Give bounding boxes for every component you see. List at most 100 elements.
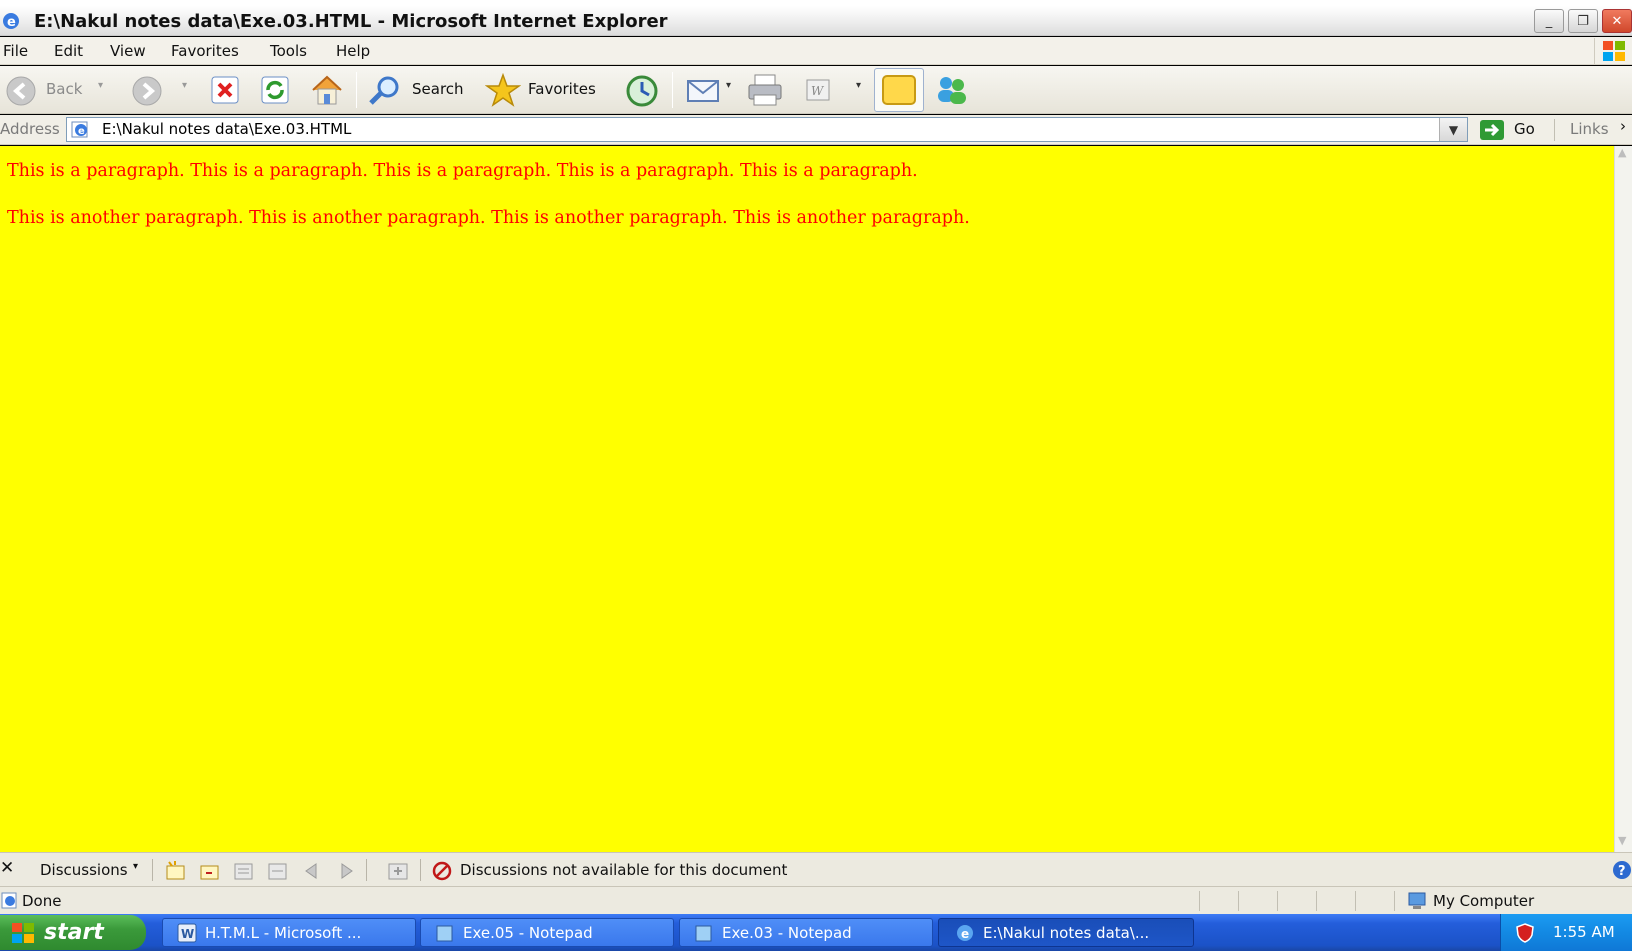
window-title: E:\Nakul notes data\Exe.03.HTML - Micros… — [34, 11, 668, 32]
discussions-separator — [152, 859, 153, 881]
search-button-label[interactable]: Search — [412, 80, 464, 98]
security-shield-icon[interactable] — [1513, 922, 1537, 944]
not-available-icon — [430, 860, 454, 882]
taskbar-item-word[interactable]: W H.T.M.L - Microsoft ... — [162, 918, 416, 947]
forward-dropdown-icon[interactable]: ▾ — [182, 80, 187, 91]
page-content: This is a paragraph. This is a paragraph… — [0, 146, 1614, 852]
address-input[interactable]: e E:\Nakul notes data\Exe.03.HTML ▼ — [66, 117, 1468, 142]
close-button[interactable]: ✕ — [1602, 9, 1632, 33]
messenger-icon[interactable] — [930, 72, 972, 108]
notepad-icon — [692, 923, 716, 943]
back-dropdown-icon[interactable]: ▾ — [98, 80, 103, 91]
toolbar-separator — [672, 72, 673, 108]
page-status-icon — [0, 891, 20, 911]
scroll-up-icon[interactable]: ▲ — [1618, 146, 1626, 159]
discussions-menu[interactable]: Discussions — [40, 861, 128, 879]
expand-all-icon[interactable] — [230, 859, 258, 883]
ie-window-icon[interactable]: e — [0, 10, 22, 32]
menu-bar: File Edit View Favorites Tools Help — [0, 37, 1632, 65]
edit-dropdown-icon[interactable]: ▾ — [856, 80, 861, 91]
discuss-note-icon[interactable] — [874, 68, 924, 112]
back-button-label[interactable]: Back — [46, 80, 82, 98]
next-discussion-icon[interactable] — [332, 859, 360, 883]
status-divider — [1394, 891, 1395, 911]
taskbar: start W H.T.M.L - Microsoft ... Exe.05 -… — [0, 914, 1632, 951]
status-divider — [1316, 891, 1317, 911]
mail-dropdown-icon[interactable]: ▾ — [726, 80, 731, 91]
restore-button[interactable]: ❐ — [1568, 9, 1598, 33]
system-tray: 1:55 AM — [1500, 914, 1632, 951]
status-divider — [1238, 891, 1239, 911]
scroll-down-icon[interactable]: ▼ — [1618, 834, 1626, 847]
close-discussions-icon[interactable]: ✕ — [0, 858, 14, 878]
taskbar-item-notepad-exe05[interactable]: Exe.05 - Notepad — [420, 918, 674, 947]
title-bar: e E:\Nakul notes data\Exe.03.HTML - Micr… — [0, 6, 1632, 36]
collapse-all-icon[interactable] — [264, 859, 292, 883]
restore-icon: ❐ — [1577, 13, 1589, 29]
menu-file[interactable]: File — [3, 42, 28, 60]
links-label[interactable]: Links — [1570, 120, 1609, 138]
favorites-star-icon[interactable] — [484, 72, 522, 108]
discussions-separator — [366, 859, 367, 881]
status-divider — [1199, 891, 1200, 911]
discussions-separator — [420, 859, 421, 881]
menu-view[interactable]: View — [110, 42, 146, 60]
address-dropdown-icon[interactable]: ▼ — [1439, 118, 1467, 141]
taskbar-item-notepad-exe03[interactable]: Exe.03 - Notepad — [679, 918, 933, 947]
notepad-icon — [433, 923, 457, 943]
print-icon[interactable] — [744, 72, 786, 108]
taskbar-item-label: E:\Nakul notes data\... — [983, 923, 1150, 942]
go-button-label[interactable]: Go — [1514, 120, 1535, 138]
edit-word-icon[interactable]: W — [802, 74, 836, 106]
insert-discussion-icon[interactable] — [162, 859, 190, 883]
status-divider — [1277, 891, 1278, 911]
taskbar-item-ie[interactable]: e E:\Nakul notes data\... — [938, 918, 1194, 947]
forward-arrow-icon[interactable] — [130, 74, 164, 108]
word-icon: W — [175, 923, 199, 943]
menu-favorites[interactable]: Favorites — [171, 42, 239, 60]
search-icon[interactable] — [366, 74, 404, 108]
links-chevron-icon[interactable]: › — [1620, 117, 1626, 135]
subscribe-icon[interactable] — [384, 859, 412, 883]
standard-toolbar: Back ▾ ▾ Search Favorites ▾ W ▾ — [0, 66, 1632, 114]
svg-text:?: ? — [1618, 864, 1626, 879]
mail-icon[interactable] — [684, 74, 724, 106]
menu-help[interactable]: Help — [336, 42, 370, 60]
discussions-status-text: Discussions not available for this docum… — [460, 861, 788, 879]
address-label: Address — [0, 120, 60, 138]
help-icon[interactable]: ? — [1612, 860, 1632, 880]
close-icon: ✕ — [1611, 13, 1623, 29]
taskbar-item-label: H.T.M.L - Microsoft ... — [205, 923, 362, 942]
go-arrow-icon[interactable] — [1478, 118, 1506, 142]
favorites-button-label[interactable]: Favorites — [528, 80, 596, 98]
minimize-icon: _ — [1545, 13, 1553, 29]
refresh-icon[interactable] — [259, 74, 291, 106]
svg-text:W: W — [181, 927, 194, 941]
ie-icon: e — [953, 923, 977, 943]
insert-reply-icon[interactable] — [196, 859, 224, 883]
windows-logo-icon — [1594, 38, 1632, 64]
svg-text:e: e — [78, 126, 85, 137]
clock: 1:55 AM — [1553, 923, 1615, 941]
stop-icon[interactable] — [209, 74, 241, 106]
address-separator — [1554, 119, 1555, 141]
toolbar-separator — [356, 72, 357, 108]
taskbar-item-label: Exe.05 - Notepad — [463, 923, 593, 942]
menu-tools[interactable]: Tools — [270, 42, 307, 60]
svg-text:W: W — [811, 84, 825, 98]
menu-edit[interactable]: Edit — [54, 42, 83, 60]
zone-text: My Computer — [1433, 892, 1535, 910]
status-divider — [1355, 891, 1356, 911]
start-button[interactable]: start — [0, 915, 146, 950]
svg-text:e: e — [7, 15, 16, 30]
status-bar: Done My Computer — [0, 886, 1632, 914]
back-arrow-icon[interactable] — [4, 74, 38, 108]
discussions-dropdown-icon[interactable]: ▾ — [133, 861, 138, 872]
history-icon[interactable] — [622, 73, 662, 109]
vertical-scrollbar[interactable]: ▲ ▼ — [1614, 146, 1632, 852]
minimize-button[interactable]: _ — [1534, 9, 1564, 33]
address-value[interactable]: E:\Nakul notes data\Exe.03.HTML — [102, 120, 351, 138]
home-icon[interactable] — [308, 72, 346, 108]
status-text: Done — [22, 892, 62, 910]
previous-discussion-icon[interactable] — [298, 859, 326, 883]
